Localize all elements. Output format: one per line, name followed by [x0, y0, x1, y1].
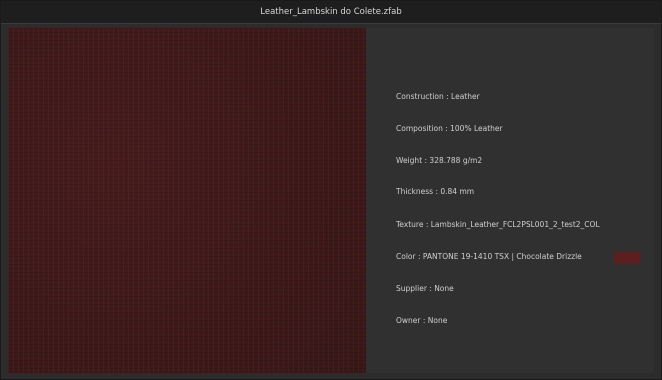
fabric-preview-window: Leather_Lambskin do Colete.zfab Construc…: [0, 0, 662, 380]
texture-text: Texture : Lambskin_Leather_FCL2PSL001_2_…: [396, 220, 600, 229]
supplier-text: Supplier : None: [396, 284, 454, 293]
fabric-content: Construction : Leather Composition : 100…: [8, 28, 654, 373]
owner-text: Owner : None: [396, 316, 448, 325]
composition-text: Composition : 100% Leather: [396, 124, 503, 133]
fabric-info-panel: Construction : Leather Composition : 100…: [366, 28, 654, 373]
construction-text: Construction : Leather: [396, 92, 480, 101]
fabric-texture-preview: [8, 28, 366, 373]
thickness-text: Thickness : 0.84 mm: [396, 187, 475, 196]
color-chip: [614, 252, 640, 264]
color-text: Color : PANTONE 19-1410 TSX | Chocolate …: [396, 252, 582, 261]
weight-text: Weight : 328.788 g/m2: [396, 156, 483, 165]
window-title: Leather_Lambskin do Colete.zfab: [1, 1, 661, 24]
